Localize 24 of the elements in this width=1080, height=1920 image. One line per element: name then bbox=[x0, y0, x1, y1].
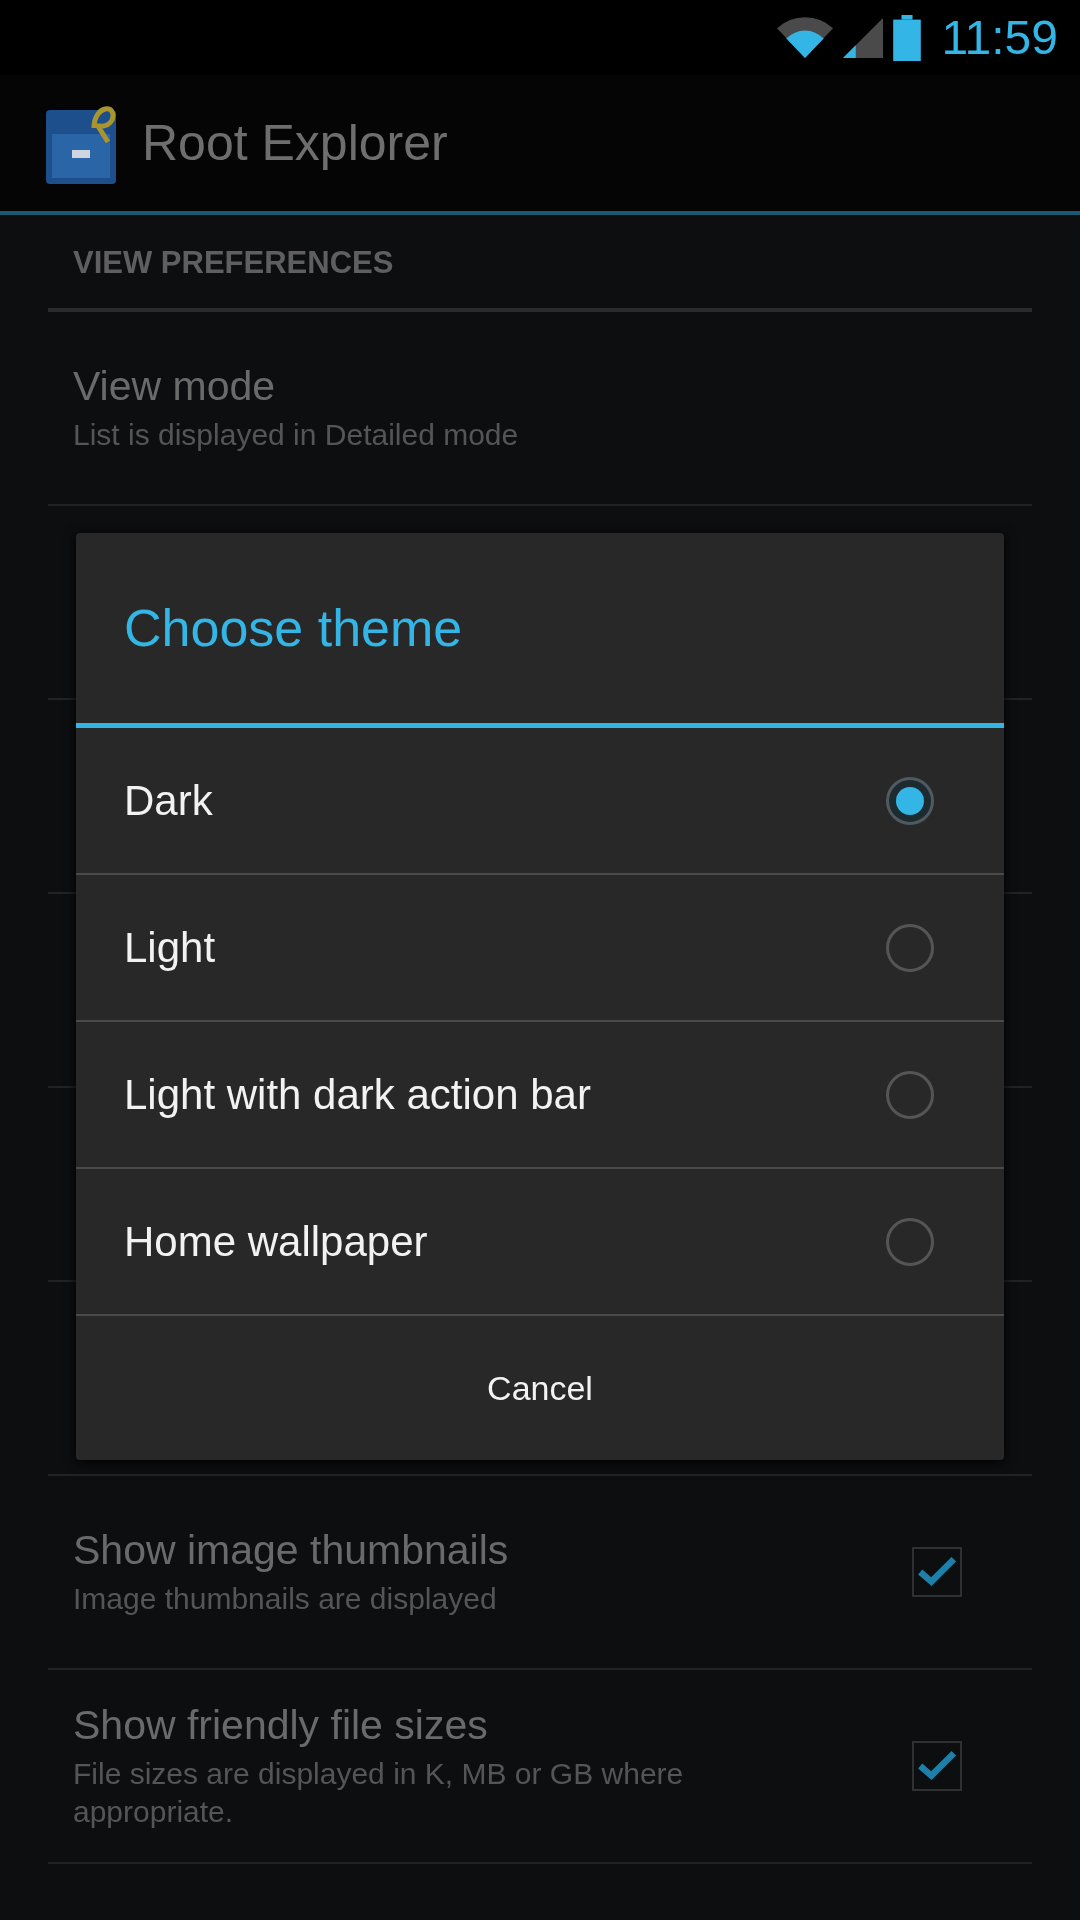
radio-button[interactable] bbox=[886, 776, 934, 825]
preference-title: Show friendly file sizes bbox=[73, 1702, 489, 1749]
preference-title: Show image thumbnails bbox=[73, 1526, 510, 1574]
preference-summary: File sizes are displayed in K, MB or GB where appropriate. bbox=[73, 1756, 685, 1830]
clock: 11:59 bbox=[941, 10, 1058, 65]
radio-button[interactable] bbox=[886, 923, 934, 972]
theme-option[interactable]: Home wallpaper bbox=[76, 1169, 1004, 1316]
theme-option[interactable]: Light with dark action bar bbox=[76, 1022, 1004, 1169]
signal-icon bbox=[843, 17, 884, 58]
preference-summary: List is displayed in Detailed mode bbox=[73, 416, 520, 453]
theme-option[interactable]: Light bbox=[76, 875, 1004, 1022]
battery-icon bbox=[893, 14, 922, 61]
preference-summary: Image thumbnails are displayed bbox=[73, 1580, 498, 1617]
preference-title: View mode bbox=[73, 362, 277, 410]
cancel-button[interactable]: Cancel bbox=[76, 1316, 1004, 1460]
checkbox[interactable] bbox=[912, 1741, 962, 1791]
radio-button[interactable] bbox=[886, 1217, 934, 1266]
dialog-title: Choose theme bbox=[123, 598, 464, 659]
theme-option[interactable]: Dark bbox=[76, 728, 1004, 875]
checkbox[interactable] bbox=[912, 1547, 962, 1597]
wifi-icon bbox=[777, 15, 834, 60]
section-header: VIEW PREFERENCES bbox=[48, 215, 1032, 312]
app-title: Root Explorer bbox=[142, 114, 448, 172]
radio-button[interactable] bbox=[886, 1070, 934, 1119]
